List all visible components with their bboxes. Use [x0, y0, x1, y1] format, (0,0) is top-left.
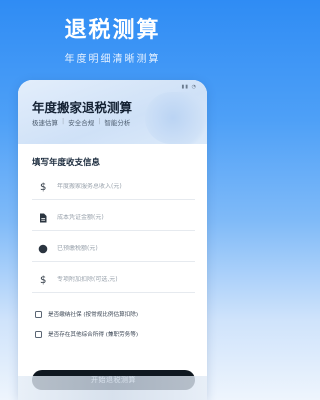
app-title: 年度搬家退税测算	[32, 100, 133, 115]
feature-tags: 极速估算 | 安全合规 | 智能分析	[32, 117, 130, 127]
prepaid-icon	[35, 244, 51, 254]
cost-voucher-field	[32, 205, 195, 231]
phone-mockup: ▮▮ ◔ 年度搬家退税测算 极速估算 | 安全合规 | 智能分析 填写年度收支信…	[18, 80, 207, 400]
other-income-checkbox[interactable]	[35, 330, 42, 338]
bottom-decoration	[18, 376, 207, 400]
cost-voucher-input[interactable]	[51, 214, 195, 221]
special-deduction-input[interactable]	[51, 276, 195, 283]
tag-separator: |	[62, 117, 65, 125]
dollar-icon: $	[35, 181, 51, 192]
document-icon	[35, 213, 51, 223]
svg-text:$: $	[40, 275, 46, 285]
tag-separator: |	[98, 117, 101, 125]
status-icons: ▮▮ ◔	[181, 84, 197, 90]
social-insurance-label: 是否缴纳社保 (按常规比例估算扣除)	[48, 312, 139, 318]
hero-banner: 退税测算 年度明细清晰测算	[0, 0, 225, 75]
prepaid-tax-input[interactable]	[51, 245, 195, 252]
hero-subtitle: 年度明细清晰测算	[64, 54, 161, 65]
hero-title: 退税测算	[64, 18, 161, 43]
other-income-label: 是否存在其他综合所得 (兼职劳务等)	[48, 332, 139, 338]
dollar-icon: $	[35, 274, 51, 285]
svg-text:$: $	[40, 182, 46, 192]
tag-secure: 安全合规	[68, 119, 95, 127]
status-bar: ▮▮ ◔	[18, 80, 207, 94]
social-insurance-checkbox[interactable]	[35, 310, 42, 318]
special-deduction-field: $	[32, 267, 195, 293]
prepaid-tax-field	[32, 236, 195, 262]
tag-smart-analysis: 智能分析	[104, 119, 131, 127]
tag-fast-estimate: 极速估算	[32, 119, 58, 127]
total-income-input[interactable]	[51, 183, 195, 190]
total-income-field: $	[32, 174, 195, 200]
social-insurance-checkbox-row[interactable]: 是否缴纳社保 (按常规比例估算扣除)	[32, 310, 138, 318]
other-income-checkbox-row[interactable]: 是否存在其他综合所得 (兼职劳务等)	[32, 330, 138, 338]
income-form-card: 填写年度收支信息 $ $ 是否缴纳社保	[24, 148, 201, 400]
header-decoration	[145, 92, 207, 144]
form-title: 填写年度收支信息	[32, 158, 101, 168]
